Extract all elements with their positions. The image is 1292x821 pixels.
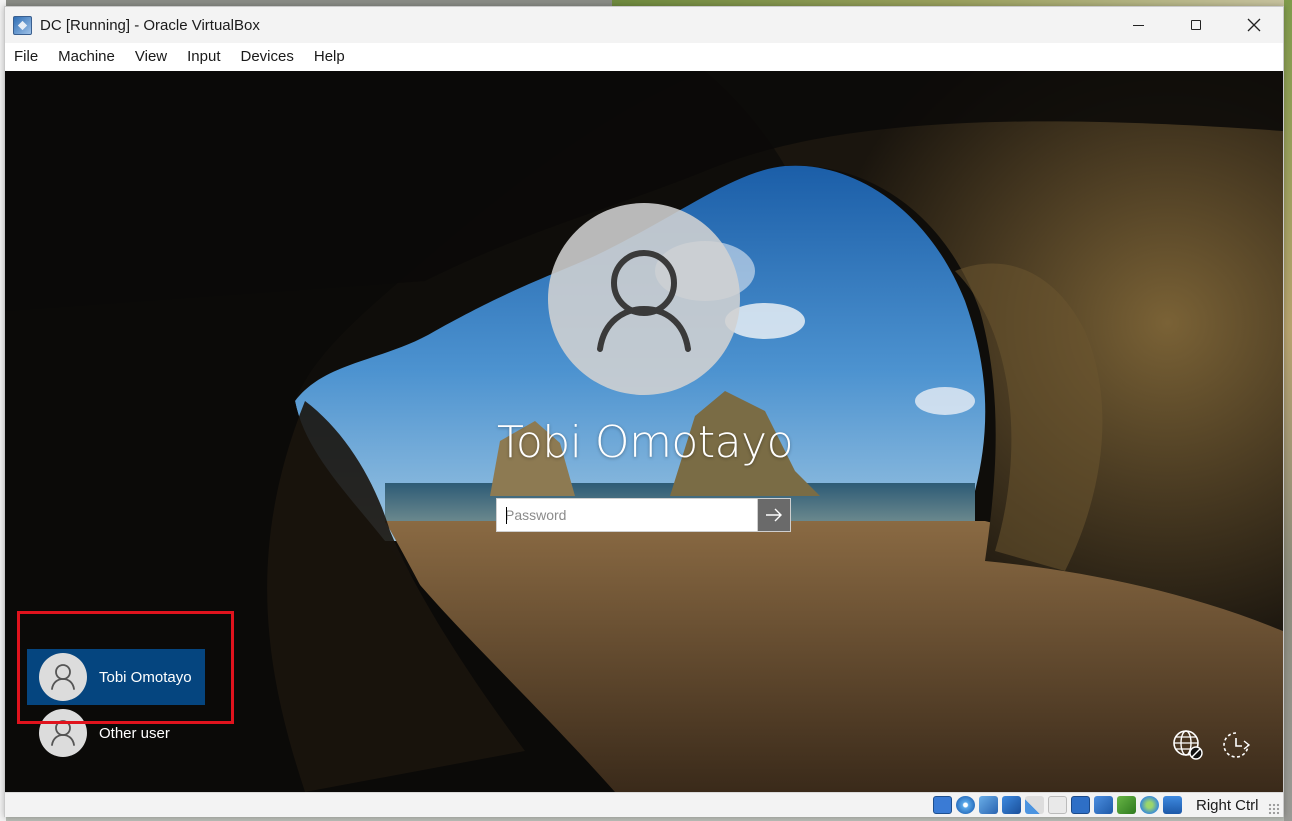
- user-avatar-small: [39, 653, 87, 701]
- text-caret: [506, 507, 507, 524]
- user-silhouette-icon: [597, 250, 691, 352]
- maximize-button[interactable]: [1167, 7, 1225, 43]
- menu-bar: File Machine View Input Devices Help: [5, 43, 1283, 71]
- user-tile-label: Tobi Omotayo: [99, 668, 192, 686]
- guest-additions-icon[interactable]: [1140, 796, 1159, 814]
- resize-grip[interactable]: [1268, 803, 1280, 815]
- host-key-label[interactable]: Right Ctrl: [1196, 797, 1259, 814]
- window-title: DC [Running] - Oracle VirtualBox: [40, 17, 260, 34]
- vm-activity-icon[interactable]: [1117, 796, 1136, 814]
- hard-disk-icon[interactable]: [933, 796, 952, 814]
- network-globe-icon: [1173, 730, 1203, 760]
- display-icon[interactable]: [1071, 796, 1090, 814]
- user-tile-tobi-omotayo[interactable]: Tobi Omotayo: [27, 649, 205, 705]
- host-desktop-edge-right: [1284, 0, 1292, 821]
- shared-folders-icon[interactable]: [1048, 796, 1067, 814]
- power-accessibility-icon: [1223, 732, 1251, 758]
- close-button[interactable]: [1225, 7, 1283, 43]
- maximize-icon: [1191, 20, 1201, 30]
- guest-display[interactable]: Tobi Omotayo Tobi Omotayo Other user: [5, 71, 1283, 792]
- mouse-integration-icon[interactable]: [1163, 796, 1182, 814]
- user-avatar-large: [548, 203, 740, 395]
- video-capture-icon[interactable]: [1094, 796, 1113, 814]
- close-icon: [1247, 18, 1261, 32]
- status-icons: [933, 796, 1182, 814]
- network-button[interactable]: [1171, 728, 1205, 762]
- title-bar[interactable]: DC [Running] - Oracle VirtualBox: [5, 7, 1283, 43]
- menu-devices[interactable]: Devices: [231, 43, 304, 71]
- optical-drive-icon[interactable]: [956, 796, 975, 814]
- menu-help[interactable]: Help: [304, 43, 355, 71]
- user-tile-label: Other user: [99, 724, 170, 742]
- user-silhouette-icon: [51, 720, 75, 746]
- menu-input[interactable]: Input: [177, 43, 230, 71]
- user-silhouette-icon: [51, 664, 75, 690]
- usb-icon[interactable]: [1025, 796, 1044, 814]
- minimize-icon: [1132, 24, 1144, 26]
- network-adapter-icon[interactable]: [1002, 796, 1021, 814]
- password-input[interactable]: [497, 499, 757, 531]
- status-bar: Right Ctrl: [5, 792, 1283, 817]
- arrow-right-icon: [766, 508, 782, 522]
- minimize-button[interactable]: [1109, 7, 1167, 43]
- user-avatar-small: [39, 709, 87, 757]
- password-field: [496, 498, 791, 532]
- submit-button[interactable]: [757, 499, 790, 531]
- virtualbox-window: DC [Running] - Oracle VirtualBox File Ma…: [4, 6, 1284, 817]
- audio-icon[interactable]: [979, 796, 998, 814]
- menu-machine[interactable]: Machine: [48, 43, 125, 71]
- menu-file[interactable]: File: [5, 43, 48, 71]
- user-tile-other-user[interactable]: Other user: [27, 705, 205, 761]
- login-user-name: Tobi Omotayo: [496, 417, 794, 468]
- virtualbox-app-icon[interactable]: [13, 16, 32, 35]
- menu-view[interactable]: View: [125, 43, 177, 71]
- ease-of-access-button[interactable]: [1219, 728, 1253, 762]
